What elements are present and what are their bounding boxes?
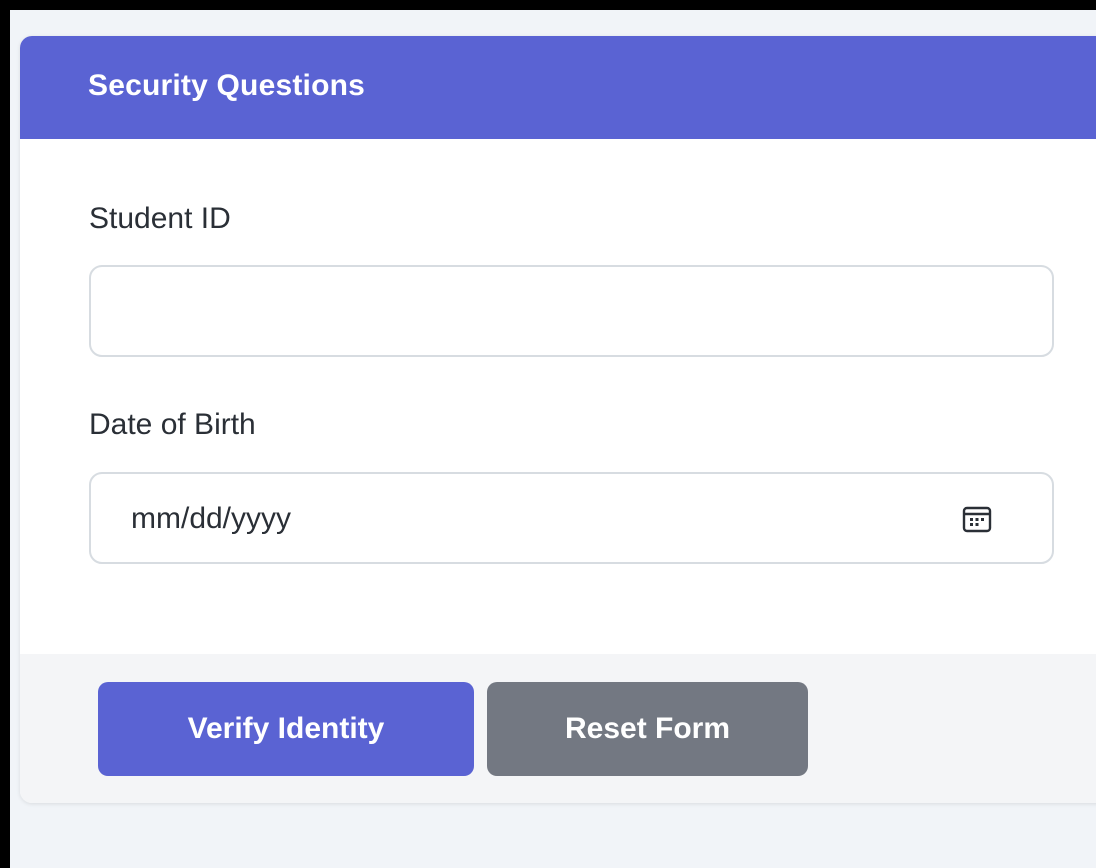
card-header: Security Questions [20,36,1096,139]
reset-form-button[interactable]: Reset Form [487,682,808,776]
student-id-label: Student ID [89,202,231,235]
verify-identity-button[interactable]: Verify Identity [98,682,474,776]
card-title: Security Questions [88,69,366,102]
date-of-birth-placeholder: mm/dd/yyyy [131,502,292,535]
student-id-input[interactable] [89,265,1054,357]
date-of-birth-label: Date of Birth [89,408,256,441]
page-background: Security Questions Student ID Date of Bi… [10,10,1096,868]
calendar-icon[interactable] [962,505,992,533]
security-questions-card: Security Questions Student ID Date of Bi… [20,36,1096,803]
